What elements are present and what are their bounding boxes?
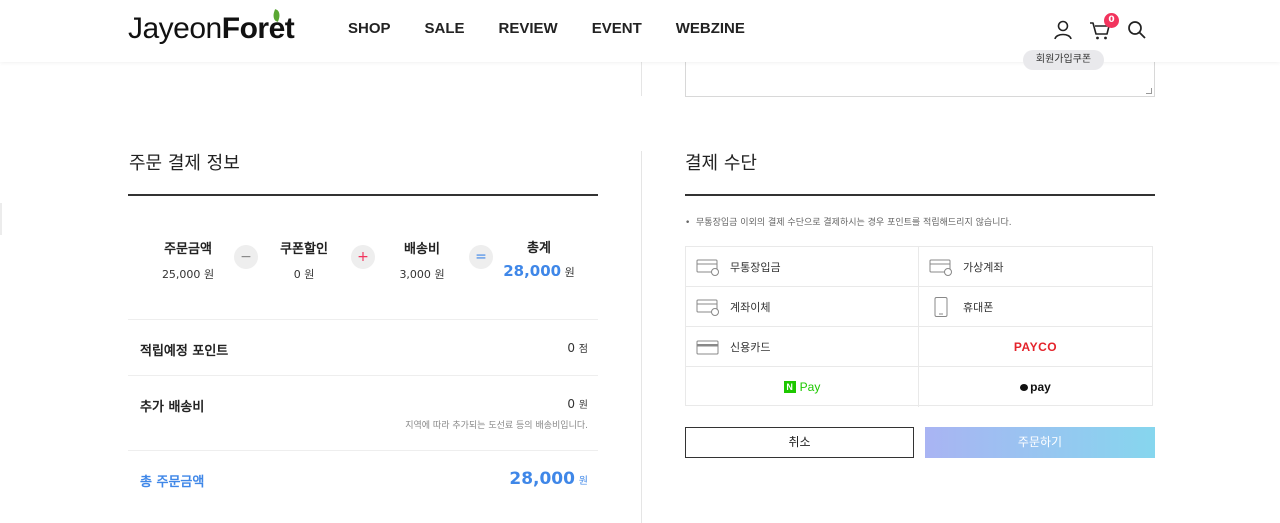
row-divider (128, 375, 598, 376)
site-logo[interactable]: JayeonForet (128, 9, 295, 46)
payment-note: • 무통장입금 이외의 결제 수단으로 결제하시는 경우 포인트를 적립해드리지… (685, 218, 1012, 228)
summary-value: 25,000 (161, 268, 201, 281)
pay-label: 가상계좌 (963, 260, 1004, 274)
summary-coupon-discount: 쿠폰할인 0 원 (259, 238, 349, 282)
nav-event[interactable]: EVENT (592, 20, 642, 37)
pay-label: 신용카드 (730, 340, 771, 354)
cancel-button[interactable]: 취소 (685, 427, 914, 458)
total-order-label: 총 주문금액 (140, 475, 205, 490)
nav-shop[interactable]: SHOP (348, 20, 391, 37)
pay-transfer[interactable]: 계좌이체 (686, 287, 919, 327)
pay-label: 휴대폰 (963, 300, 994, 314)
summary-label: 총계 (527, 241, 551, 256)
row-divider (128, 450, 598, 451)
user-icon[interactable] (1052, 19, 1074, 41)
main-nav: SHOP SALE REVIEW EVENT WEBZINE (348, 20, 779, 37)
search-icon[interactable] (1126, 19, 1148, 41)
summary-label: 주문금액 (164, 242, 212, 257)
total-order-value: 28,000 원 (509, 469, 588, 489)
bank-deposit-icon (696, 258, 720, 276)
nav-webzine[interactable]: WEBZINE (676, 20, 745, 37)
pay-naverpay[interactable]: N Pay (686, 367, 919, 407)
column-divider (641, 151, 642, 523)
kakao-bubble-icon (1020, 383, 1029, 391)
nav-sale[interactable]: SALE (425, 20, 465, 37)
naver-n-icon: N (783, 381, 796, 393)
summary-total: 총계 28,000 원 (494, 237, 584, 280)
pay-credit-card[interactable]: 신용카드 (686, 327, 919, 367)
logo-text-1: Jayeon (128, 12, 222, 45)
row-divider (128, 319, 598, 320)
extra-shipping-label: 추가 배송비 (140, 400, 205, 415)
logo-text-2: Foret (222, 9, 295, 45)
payment-method-grid: 무통장입금 가상계좌 계좌이체 휴대폰 신용카드 PAYCO N Pay pay (685, 246, 1153, 407)
equals-icon: = (469, 245, 493, 269)
transfer-icon (696, 298, 720, 316)
summary-label: 쿠폰할인 (280, 242, 328, 257)
payment-title: 결제 수단 (685, 153, 757, 174)
minus-icon: − (234, 245, 258, 269)
pay-phone[interactable]: 휴대폰 (919, 287, 1152, 327)
kakaopay-logo: pay (1020, 380, 1051, 394)
points-label: 적립예정 포인트 (140, 344, 229, 359)
pay-bank-deposit[interactable]: 무통장입금 (686, 247, 919, 287)
summary-order-amount: 주문금액 25,000 원 (143, 238, 233, 282)
summary-shipping: 배송비 3,000 원 (377, 238, 467, 282)
section-divider (685, 194, 1155, 196)
payco-logo: PAYCO (1013, 339, 1058, 354)
section-divider (128, 194, 598, 196)
summary-value: 0 (293, 268, 301, 281)
nav-review[interactable]: REVIEW (499, 20, 558, 37)
summary-value: 3,000 (399, 268, 431, 281)
plus-icon: + (351, 245, 375, 269)
phone-icon (929, 296, 953, 317)
cart-count-badge: 0 (1104, 13, 1119, 28)
order-summary-title: 주문 결제 정보 (129, 153, 240, 174)
column-divider (641, 62, 642, 96)
pay-label: 계좌이체 (730, 300, 771, 314)
summary-label: 배송비 (404, 242, 440, 257)
edge-mark (0, 203, 2, 235)
signup-coupon-tooltip[interactable]: 회원가입쿠폰 (1023, 50, 1104, 70)
pay-payco[interactable]: PAYCO (919, 327, 1152, 367)
pay-kakaopay[interactable]: pay (919, 367, 1152, 407)
pay-label: 무통장입금 (730, 260, 781, 274)
credit-card-icon (696, 338, 720, 356)
resize-handle-icon[interactable] (1146, 88, 1152, 94)
pay-virtual-account[interactable]: 가상계좌 (919, 247, 1152, 287)
place-order-button[interactable]: 주문하기 (925, 427, 1155, 458)
extra-shipping-note: 지역에 따라 추가되는 도선료 등의 배송비입니다. (405, 421, 588, 431)
extra-shipping-value: 0 원 (567, 397, 588, 411)
summary-total-value: 28,000 (503, 262, 562, 280)
points-value: 0 점 (567, 341, 588, 355)
virtual-account-icon (929, 258, 953, 276)
naverpay-logo: N Pay (783, 380, 820, 394)
